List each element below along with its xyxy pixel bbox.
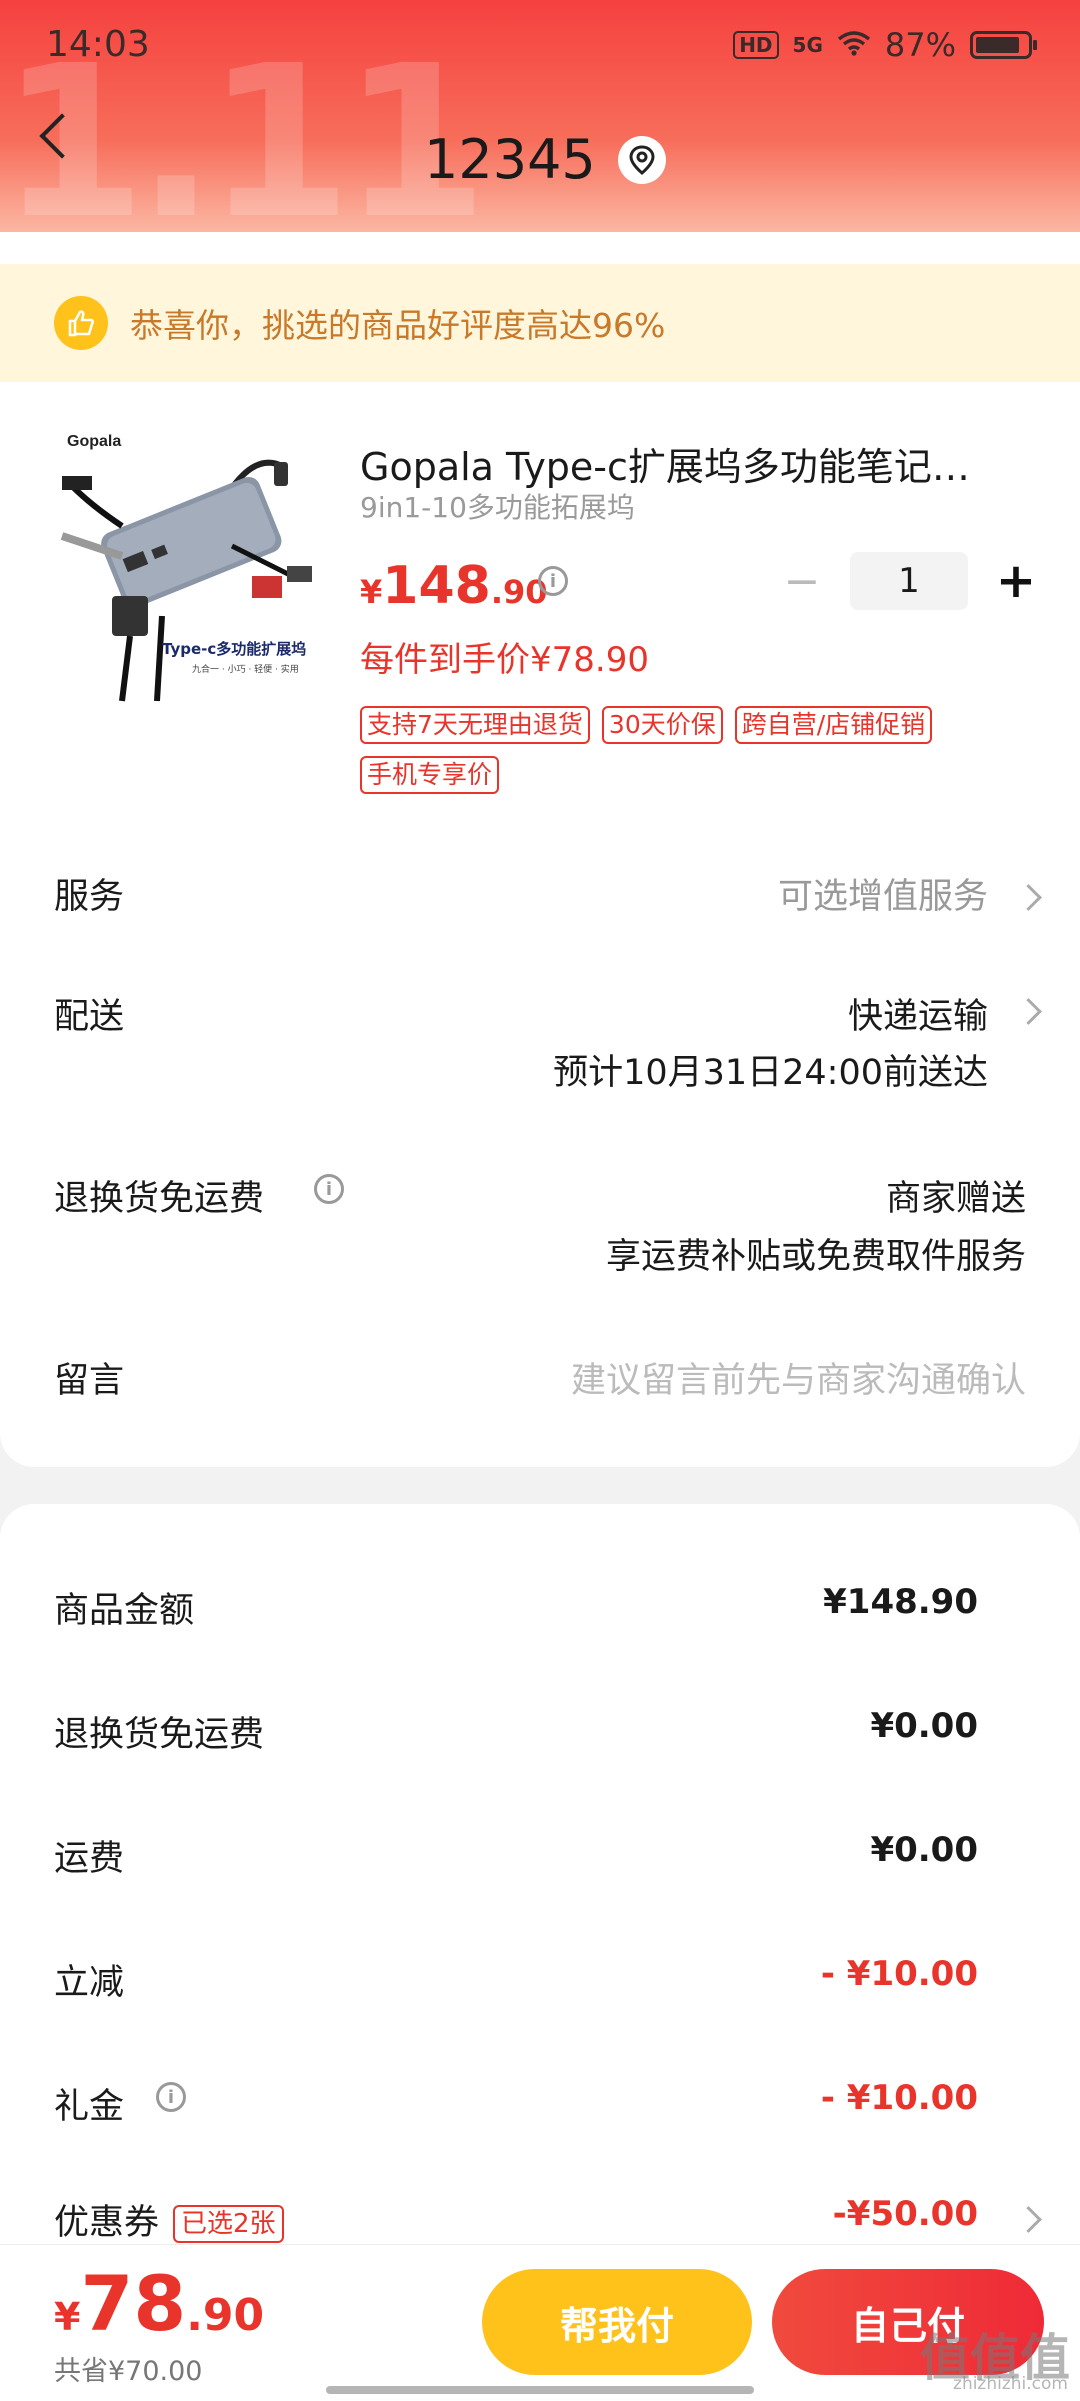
total-price: ¥ 78 .90 <box>54 2259 264 2348</box>
price-symbol: ¥ <box>360 573 383 611</box>
price-integer: 148 <box>382 556 491 616</box>
product-title[interactable]: Gopala Type-c扩展坞多功能笔记本电脑转换器 <box>360 436 1000 491</box>
coupon-selected-badge: 已选2张 <box>173 2205 284 2243</box>
location-pin-icon[interactable] <box>617 135 666 184</box>
service-label: 服务 <box>54 877 125 917</box>
decrease-quantity-button[interactable]: − <box>780 556 824 607</box>
message-label: 留言 <box>54 1361 125 1401</box>
promo-tag: 30天价保 <box>601 706 723 744</box>
product-price: ¥ 148 .90 <box>360 556 548 616</box>
delivery-label: 配送 <box>54 997 125 1037</box>
checkout-bar: ¥ 78 .90 共省¥70.00 帮我付 自己付 <box>0 2244 1080 2401</box>
return-fee-value: ¥0.00 <box>870 1706 978 1746</box>
service-value[interactable]: 可选增值服务 <box>778 868 988 919</box>
delivery-value[interactable]: 快递运输 <box>848 988 988 1039</box>
return-fee-label: 退换货免运费 <box>54 1715 265 1755</box>
goods-amount-value: ¥148.90 <box>823 1582 978 1622</box>
goods-amount-label: 商品金额 <box>54 1591 195 1631</box>
order-card <box>0 232 1080 1467</box>
thumbs-up-icon <box>54 296 108 350</box>
price-info-icon[interactable]: i <box>538 566 568 596</box>
gift-info-icon[interactable]: i <box>156 2082 186 2112</box>
status-time: 14:03 <box>46 24 150 65</box>
wifi-icon <box>837 26 871 64</box>
promo-tags: 支持7天无理由退货 30天价保 跨自营/店铺促销 手机专享价 <box>360 706 1000 794</box>
total-symbol: ¥ <box>54 2295 81 2339</box>
product-image-brand: Gopala <box>67 433 121 450</box>
battery-fill <box>976 37 1019 53</box>
promo-tag: 手机专享价 <box>360 756 500 794</box>
total-integer: 78 <box>80 2259 187 2348</box>
page-title: 12345 <box>424 128 596 191</box>
title-group: 12345 <box>424 128 666 191</box>
return-label: 退换货免运费 <box>54 1179 265 1219</box>
return-desc: 享运费补贴或免费取件服务 <box>605 1237 1026 1277</box>
product-image-subcaption: 九合一 · 小巧 · 轻便 · 实用 <box>192 663 299 675</box>
rating-banner: 恭喜你，挑选的商品好评度高达96% <box>0 264 1080 382</box>
banner-text: 恭喜你，挑选的商品好评度高达96% <box>130 306 666 345</box>
quantity-value[interactable]: 1 <box>850 552 968 610</box>
battery-percent: 87% <box>884 26 956 64</box>
discount-label: 立减 <box>54 1963 125 2003</box>
watermark-url: zhizhizhi.com <box>953 2374 1068 2394</box>
total-saved: 共省¥70.00 <box>54 2356 203 2387</box>
home-indicator[interactable] <box>326 2386 754 2394</box>
return-value: 商家赠送 <box>885 1179 1026 1219</box>
increase-quantity-button[interactable]: + <box>994 553 1038 609</box>
coupon-value[interactable]: -¥50.00 <box>833 2194 978 2234</box>
gift-value: - ¥10.00 <box>820 2078 978 2118</box>
product-image[interactable]: Gopala Type-c多功能扩展坞 九合一 · 小巧 · 轻便 · 实用 <box>52 426 322 706</box>
shipping-value: ¥0.00 <box>870 1830 978 1870</box>
hd-icon: HD <box>733 31 779 59</box>
promo-tag: 支持7天无理由退货 <box>360 706 590 744</box>
delivery-eta: 预计10月31日24:00前送达 <box>553 1053 988 1093</box>
top-header: 1.11 14:03 HD 5G 87% 12345 <box>0 0 1080 232</box>
coupon-label: 优惠券 <box>54 2203 160 2243</box>
quantity-stepper: − 1 + <box>780 552 1038 610</box>
gift-label: 礼金 <box>54 2087 125 2127</box>
signal-5g-icon: 5G <box>792 33 823 57</box>
product-image-caption: Type-c多功能扩展坞 <box>162 640 306 658</box>
return-info-icon[interactable]: i <box>314 1174 344 1204</box>
message-input[interactable]: 建议留言前先与商家沟通确认 <box>571 1352 1026 1403</box>
product-spec[interactable]: 9in1-10多功能拓展坞 <box>360 486 635 526</box>
coupon-row[interactable]: 优惠券 已选2张 <box>54 2194 284 2245</box>
status-icons: HD 5G 87% <box>733 26 1037 64</box>
total-decimal: .90 <box>186 2290 265 2341</box>
shipping-label: 运费 <box>54 1839 125 1879</box>
battery-icon <box>970 31 1037 59</box>
help-pay-button[interactable]: 帮我付 <box>482 2269 752 2375</box>
discount-value: - ¥10.00 <box>820 1954 978 1994</box>
deal-price: 每件到手价¥78.90 <box>360 640 649 680</box>
promo-tag: 跨自营/店铺促销 <box>734 706 933 744</box>
